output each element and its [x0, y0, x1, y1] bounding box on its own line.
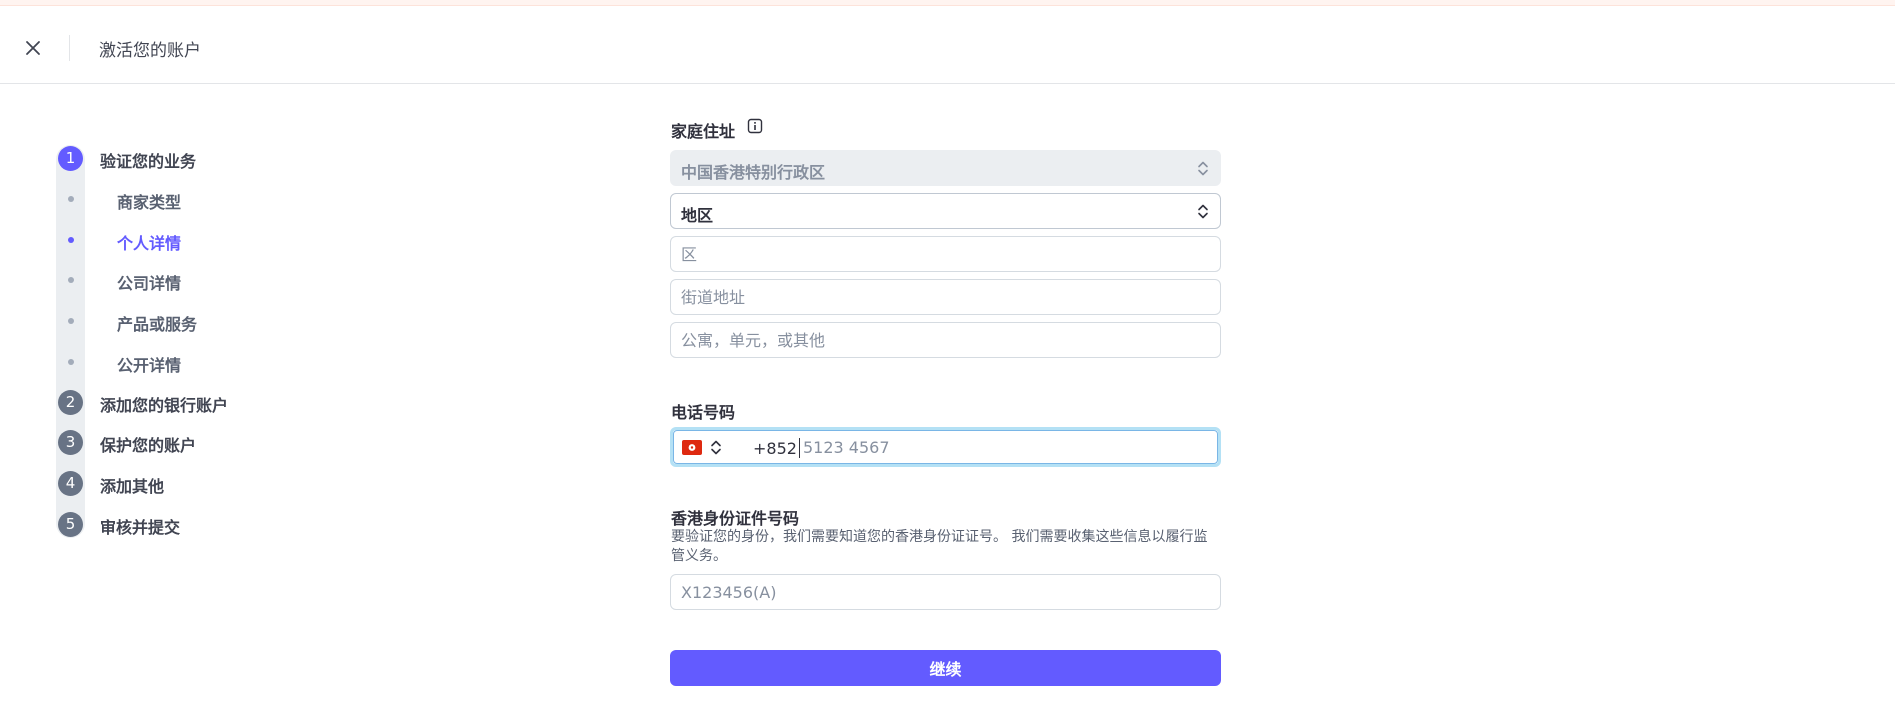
substep-personal-details[interactable]: 个人详情 — [56, 226, 356, 254]
page-title: 激活您的账户 — [99, 41, 201, 61]
info-icon[interactable] — [747, 118, 763, 134]
step-label: 添加其他 — [100, 477, 165, 496]
hong-kong-flag-icon[interactable] — [682, 440, 702, 455]
hkid-input[interactable] — [671, 575, 1220, 609]
step-add-other[interactable]: 4 添加其他 — [56, 469, 356, 498]
country-select[interactable]: 中国香港特别行政区 — [670, 150, 1221, 186]
substep-company-details[interactable]: 公司详情 — [56, 266, 356, 294]
step-review-submit[interactable]: 5 审核并提交 — [56, 510, 356, 539]
country-code-chevron-icon[interactable] — [709, 439, 723, 456]
hkid-label: 香港身份证件号码 — [671, 509, 800, 528]
continue-button[interactable]: 继续 — [670, 650, 1221, 686]
district-field[interactable] — [670, 236, 1221, 272]
step-label: 验证您的业务 — [100, 152, 197, 171]
chevron-updown-icon — [1198, 161, 1208, 176]
substep-label: 公司详情 — [117, 274, 182, 293]
substep-dot — [68, 196, 74, 202]
step-number: 5 — [58, 512, 83, 537]
substep-dot — [68, 277, 74, 283]
close-icon — [26, 41, 40, 55]
step-number: 4 — [58, 471, 83, 496]
substep-public-details[interactable]: 公开详情 — [56, 348, 356, 376]
region-select[interactable]: 地区 — [670, 193, 1221, 229]
header-divider — [69, 35, 70, 61]
chevron-updown-icon — [1198, 204, 1208, 219]
step-label: 审核并提交 — [100, 518, 181, 537]
substep-dot — [68, 237, 74, 243]
hkid-field[interactable] — [670, 574, 1221, 610]
address-label: 家庭住址 — [671, 122, 736, 141]
phone-country-prefix: +852 — [753, 439, 797, 458]
step-number: 3 — [58, 430, 83, 455]
substep-products-services[interactable]: 产品或服务 — [56, 307, 356, 335]
unit-field[interactable] — [670, 322, 1221, 358]
region-value: 地区 — [681, 206, 714, 225]
substep-merchant-type[interactable]: 商家类型 — [56, 185, 356, 213]
hkid-help-text: 要验证您的身份，我们需要知道您的香港身份证证号。 我们需要收集这些信息以履行监管… — [671, 529, 1208, 564]
phone-field[interactable]: +852 — [670, 427, 1221, 467]
substep-dot — [68, 318, 74, 324]
unit-input[interactable] — [671, 323, 1220, 357]
step-add-bank-account[interactable]: 2 添加您的银行账户 — [56, 388, 356, 417]
step-number: 2 — [58, 390, 83, 415]
step-label: 保护您的账户 — [100, 436, 197, 455]
substep-label: 个人详情 — [117, 234, 182, 253]
phone-number-input[interactable] — [799, 430, 1219, 464]
street-address-input[interactable] — [671, 280, 1220, 314]
district-input[interactable] — [671, 237, 1220, 271]
step-verify-business[interactable]: 1 验证您的业务 — [56, 144, 356, 173]
step-number: 1 — [58, 146, 83, 171]
substep-label: 产品或服务 — [117, 315, 198, 334]
close-button[interactable] — [22, 37, 44, 59]
substep-label: 公开详情 — [117, 356, 182, 375]
phone-label: 电话号码 — [671, 403, 736, 422]
step-label: 添加您的银行账户 — [100, 396, 229, 415]
country-value: 中国香港特别行政区 — [681, 163, 826, 182]
header: 激活您的账户 — [0, 6, 1895, 84]
step-secure-account[interactable]: 3 保护您的账户 — [56, 428, 356, 457]
street-field[interactable] — [670, 279, 1221, 315]
substep-dot — [68, 359, 74, 365]
substep-label: 商家类型 — [117, 193, 182, 212]
